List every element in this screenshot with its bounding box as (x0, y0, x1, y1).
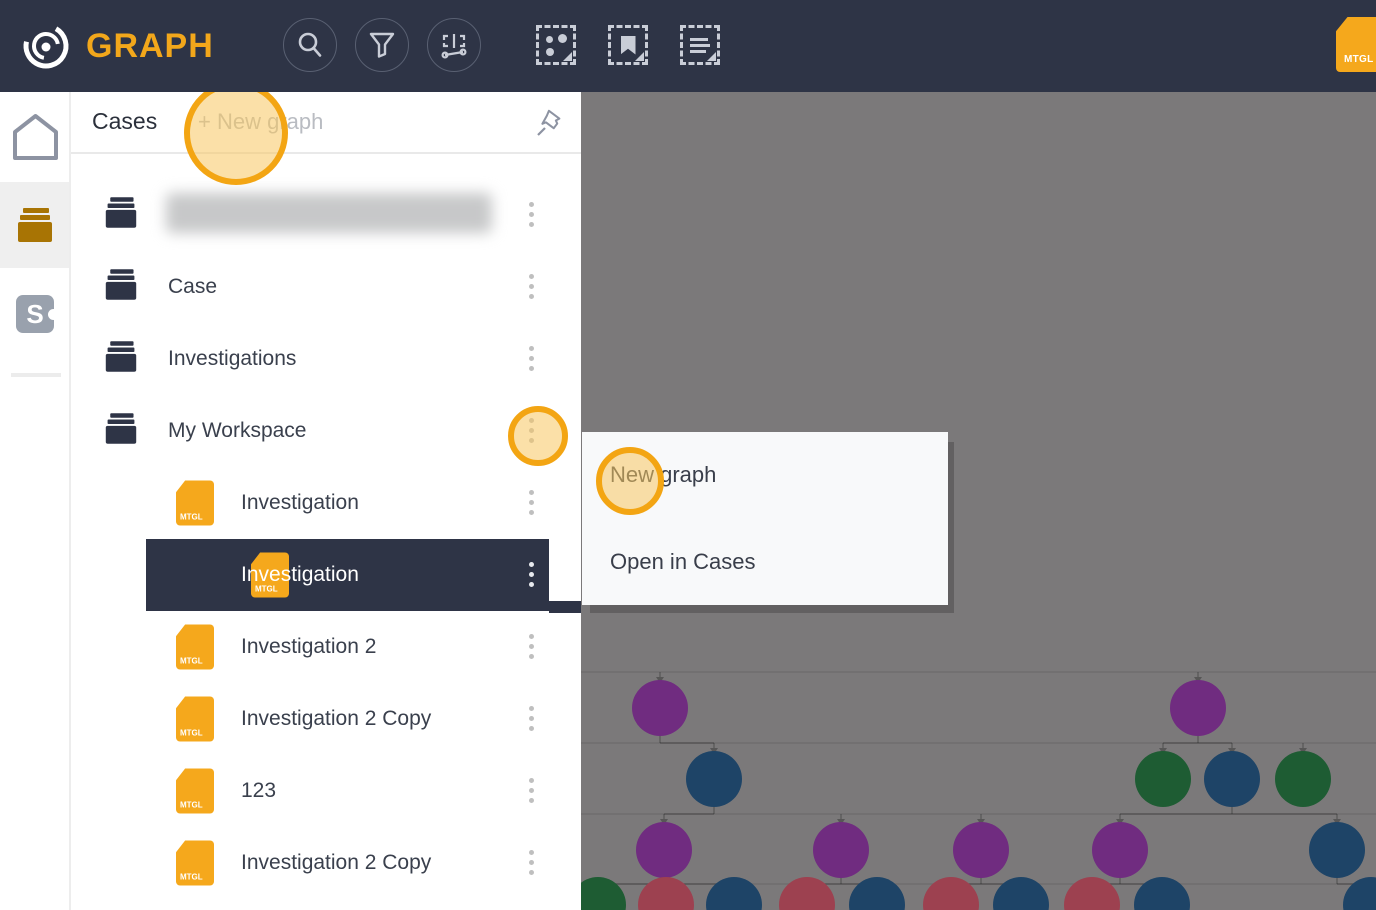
select-entities-button[interactable] (536, 25, 576, 65)
graph-name: Investigation (241, 491, 359, 514)
graph-node-purple (636, 822, 692, 878)
folder-name: My Workspace (168, 419, 307, 442)
highlight-circle-menu-new (596, 447, 664, 515)
folder-archive-icon (105, 341, 137, 372)
folder-row-redacted[interactable] (71, 179, 581, 251)
bookmark-icon (620, 35, 636, 55)
mtgl-file-icon: MTGL (176, 480, 214, 526)
graph-row-123[interactable]: MTGL 123 (71, 755, 581, 827)
select-list-button[interactable] (680, 25, 720, 65)
select-bookmarks-button[interactable] (608, 25, 648, 65)
folder-icon (103, 196, 139, 235)
entity-tag-label: S (26, 298, 44, 329)
graph-menu-button[interactable] (524, 488, 540, 518)
graph-name: Investigation 2 Copy (241, 707, 432, 730)
graph-name: Investigation 2 Copy (241, 851, 432, 874)
folder-row-my-workspace[interactable]: My Workspace (71, 395, 581, 467)
tag-hole (48, 309, 59, 320)
left-sidebar: S (0, 92, 71, 910)
graph-name: Investigation (241, 563, 359, 586)
search-button[interactable] (283, 18, 337, 72)
mtgl-file-label: MTGL (180, 728, 203, 738)
folder-menu-button[interactable] (524, 200, 540, 230)
folder-menu-button[interactable] (524, 272, 540, 302)
graph-name: Investigation 2 (241, 635, 377, 658)
cases-archive-icon (17, 208, 52, 242)
graph-menu-button[interactable] (524, 632, 540, 662)
mtgl-badge-label: MTGL (1344, 54, 1374, 65)
mtgl-file-icon: MTGL (176, 840, 214, 886)
corner-triangle (635, 52, 644, 61)
cases-panel: Cases + New graph Case Investigations My… (71, 92, 581, 910)
app-logo: GRAPH (20, 20, 214, 72)
mtgl-file-label: MTGL (180, 656, 203, 666)
cases-panel-header: Cases + New graph (71, 92, 581, 154)
graph-node-purple (1092, 822, 1148, 878)
app-window: GRAPH MTGL S Cases graph Case Investigat… (0, 0, 1376, 910)
sidebar-divider (11, 373, 61, 377)
mtgl-file-icon: MTGL (176, 768, 214, 814)
graph-row-investigation-2-copy[interactable]: MTGL Investigation 2 Copy (71, 683, 581, 755)
pin-button[interactable] (535, 108, 565, 138)
sidebar-item-entity-tag[interactable]: S (16, 295, 59, 333)
brand-name: GRAPH (86, 26, 214, 65)
graph-name: 123 (241, 779, 277, 802)
folder-row-case[interactable]: Case (71, 251, 581, 323)
folder-menu-button[interactable] (524, 344, 540, 374)
filter-icon (369, 32, 395, 58)
mtgl-file-label: MTGL (180, 872, 203, 882)
highlight-circle-new-graph (184, 81, 288, 185)
sidebar-item-cases[interactable] (0, 182, 69, 268)
redacted-folder-name (166, 193, 492, 233)
filter-button[interactable] (355, 18, 409, 72)
graph-row-investigation-2[interactable]: MTGL Investigation 2 (71, 611, 581, 683)
graph-node-purple (632, 680, 688, 736)
graph-node-purple (953, 822, 1009, 878)
select-measure-button[interactable] (427, 18, 481, 72)
graph-node-blue (686, 751, 742, 807)
graph-node-blue (1204, 751, 1260, 807)
folder-name: Investigations (168, 347, 297, 370)
graph-node-purple (1170, 680, 1226, 736)
graph-node-green (1135, 751, 1191, 807)
folder-archive-icon (105, 413, 137, 444)
corner-triangle (707, 52, 716, 61)
graph-node-green (1275, 751, 1331, 807)
graph-row-investigation-2-copy[interactable]: MTGL Investigation 2 Copy (71, 827, 581, 899)
folder-archive-icon (105, 197, 137, 228)
graph-node-purple (813, 822, 869, 878)
graph-menu-button[interactable] (524, 560, 540, 590)
folder-icon (103, 412, 139, 451)
folder-name: Case (168, 275, 218, 298)
graph-row-investigation[interactable]: MTGL Investigation (71, 467, 581, 539)
folder-icon (103, 268, 139, 307)
folder-archive-icon (105, 269, 137, 300)
brand-spiral-icon (23, 23, 69, 69)
graph-menu-button[interactable] (524, 704, 540, 734)
mtgl-file-icon: MTGL (176, 696, 214, 742)
selected-row-fragment (549, 601, 581, 613)
top-bar: GRAPH MTGL (0, 0, 1376, 92)
folder-icon (103, 340, 139, 379)
mtgl-file-icon: MTGL (176, 624, 214, 670)
graph-row-investigation[interactable]: MTGL Investigation (146, 539, 549, 611)
folder-row-investigations[interactable]: Investigations (71, 323, 581, 395)
mtgl-file-badge[interactable]: MTGL (1336, 17, 1376, 72)
mtgl-file-label: MTGL (180, 800, 203, 810)
panel-title: Cases (92, 108, 158, 134)
sidebar-item-home[interactable] (12, 113, 59, 161)
search-icon (298, 32, 322, 57)
mtgl-file-label: MTGL (180, 512, 203, 522)
graph-menu-button[interactable] (524, 776, 540, 806)
menu-item-open-in-cases[interactable]: Open in Cases (582, 519, 948, 605)
graph-menu-button[interactable] (524, 848, 540, 878)
corner-triangle (563, 52, 572, 61)
select-measure-icon (441, 34, 467, 59)
graph-node-blue (1309, 822, 1365, 878)
highlight-circle-workspace-menu (508, 406, 568, 466)
